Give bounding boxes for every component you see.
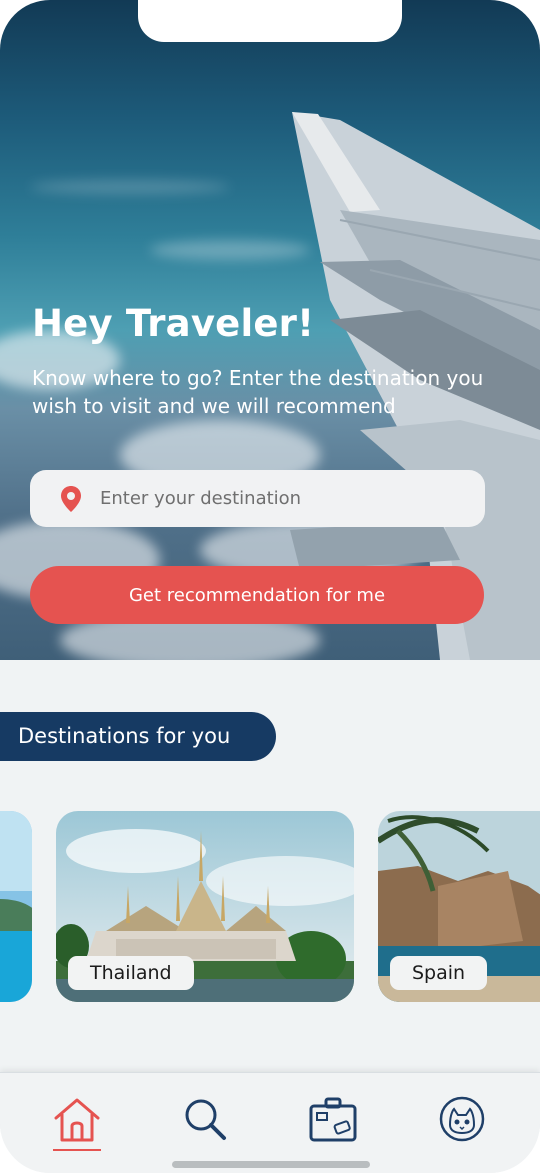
location-pin-icon — [61, 485, 81, 512]
destination-card[interactable] — [0, 811, 32, 1002]
nav-search-button[interactable] — [175, 1089, 235, 1149]
section-title-destinations: Destinations for you — [0, 712, 276, 761]
destination-label: Thailand — [68, 956, 194, 990]
destination-card-thailand[interactable]: Thailand — [56, 811, 354, 1002]
destination-card-spain[interactable]: Spain — [378, 811, 540, 1002]
suitcase-icon — [309, 1097, 357, 1142]
hero-subtitle: Know where to go? Enter the destination … — [32, 366, 484, 418]
destination-input[interactable] — [98, 487, 462, 510]
app-screen: Hey Traveler! Know where to go? Enter th… — [0, 0, 540, 1173]
search-icon — [185, 1099, 226, 1140]
home-icon — [54, 1098, 100, 1142]
profile-cat-icon — [439, 1096, 485, 1142]
hero-title: Hey Traveler! — [32, 302, 315, 345]
active-tab-indicator — [53, 1149, 101, 1151]
nav-profile-button[interactable] — [432, 1089, 492, 1149]
destination-image-partial — [0, 811, 32, 1002]
home-indicator-bar — [172, 1161, 370, 1168]
phone-notch — [138, 0, 402, 42]
nav-trips-button[interactable] — [303, 1089, 363, 1149]
nav-home-button[interactable] — [47, 1089, 107, 1149]
destination-label: Spain — [390, 956, 488, 990]
destination-search-field[interactable] — [30, 470, 485, 527]
hero-banner: Hey Traveler! Know where to go? Enter th… — [0, 0, 540, 660]
get-recommendation-button[interactable]: Get recommendation for me — [30, 566, 484, 624]
bottom-navigation — [0, 1072, 540, 1173]
